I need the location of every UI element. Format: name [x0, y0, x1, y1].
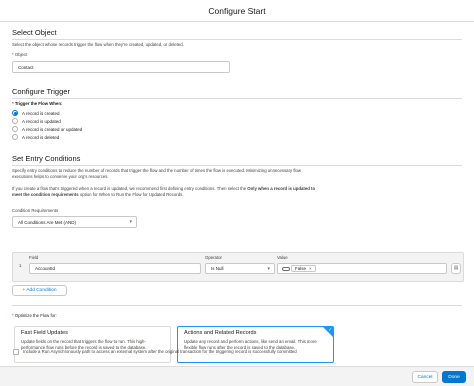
delete-condition-button[interactable]: ▤: [451, 263, 461, 274]
value-input[interactable]: False ×: [277, 263, 447, 274]
entry-conditions-heading: Set Entry Conditions: [12, 154, 81, 163]
radio-label: A record is updated: [22, 118, 61, 124]
chevron-down-icon: ▾: [267, 265, 270, 272]
divider: [12, 165, 462, 166]
radio-record-created-or-updated[interactable]: A record is created or updated: [12, 126, 82, 132]
select-object-description: Select the object whose records trigger …: [12, 42, 184, 47]
operator-label: Operator: [205, 255, 222, 260]
fast-field-updates-title: Fast Field Updates: [21, 330, 68, 336]
run-async-checkbox[interactable]: [13, 349, 19, 355]
close-icon[interactable]: ×: [309, 266, 312, 271]
radio-selected-icon[interactable]: [12, 110, 18, 116]
condition-requirements-label: Condition Requirements: [12, 208, 59, 213]
cancel-button[interactable]: Cancel: [412, 371, 438, 383]
chevron-down-icon: ▾: [129, 219, 132, 225]
field-label: Field: [29, 255, 39, 260]
divider: [12, 98, 462, 99]
condition-row: 1 Field AccountId Operator Is Null ▾ Val…: [12, 252, 464, 282]
entry-description-4: meet the condition requirements option f…: [12, 192, 184, 197]
object-input-value: Contact: [18, 64, 34, 70]
done-button[interactable]: Done: [442, 371, 466, 383]
modal-body: Select Object Select the object whose re…: [0, 22, 474, 366]
toggle-icon: [282, 266, 290, 271]
run-async-label: Include a Run Asynchronously path to acc…: [23, 349, 297, 354]
modal-footer: Cancel Done: [0, 366, 474, 386]
actions-related-records-option[interactable]: ✓ Actions and Related Records Update any…: [177, 326, 334, 363]
radio-label: A record is created or updated: [22, 126, 83, 132]
object-input[interactable]: Contact: [12, 61, 230, 73]
radio-record-created[interactable]: A record is created: [12, 110, 60, 116]
configure-trigger-heading: Configure Trigger: [12, 87, 70, 96]
trigger-label: * Trigger the Flow When:: [12, 101, 63, 106]
radio-icon[interactable]: [12, 118, 18, 124]
object-label: * Object: [12, 52, 28, 57]
operator-select[interactable]: Is Null ▾: [205, 263, 275, 274]
radio-label: A record is deleted: [22, 134, 60, 140]
condition-row-number: 1: [19, 263, 22, 268]
divider: [12, 305, 462, 306]
trash-icon: ▤: [453, 266, 459, 271]
radio-label: A record is created: [22, 110, 60, 116]
divider: [12, 39, 462, 40]
check-icon: ✓: [328, 327, 332, 332]
condition-requirements-value: All Conditions Are Met (AND): [18, 219, 77, 225]
select-object-heading: Select Object: [12, 28, 57, 37]
modal-header: Configure Start: [0, 0, 474, 22]
radio-record-updated[interactable]: A record is updated: [12, 118, 61, 124]
value-pill-label: False: [295, 266, 307, 271]
value-label: Value: [277, 255, 288, 260]
field-value: AccountId: [35, 266, 56, 271]
fast-field-updates-option[interactable]: Fast Field Updates Update fields on the …: [14, 326, 171, 363]
field-input[interactable]: AccountId: [29, 263, 201, 274]
optimize-label: * Optimize the Flow for:: [12, 313, 57, 318]
radio-icon[interactable]: [12, 134, 18, 140]
entry-description-2: executions helps to conserve your org's …: [12, 174, 109, 179]
modal-title: Configure Start: [208, 6, 266, 16]
radio-icon[interactable]: [12, 126, 18, 132]
add-condition-button[interactable]: + Add Condition: [12, 285, 67, 296]
condition-requirements-select[interactable]: All Conditions Are Met (AND) ▾: [12, 216, 137, 228]
radio-record-deleted[interactable]: A record is deleted: [12, 134, 59, 140]
operator-value: Is Null: [211, 266, 224, 271]
actions-related-records-title: Actions and Related Records: [184, 330, 257, 336]
value-pill[interactable]: False ×: [291, 265, 316, 272]
